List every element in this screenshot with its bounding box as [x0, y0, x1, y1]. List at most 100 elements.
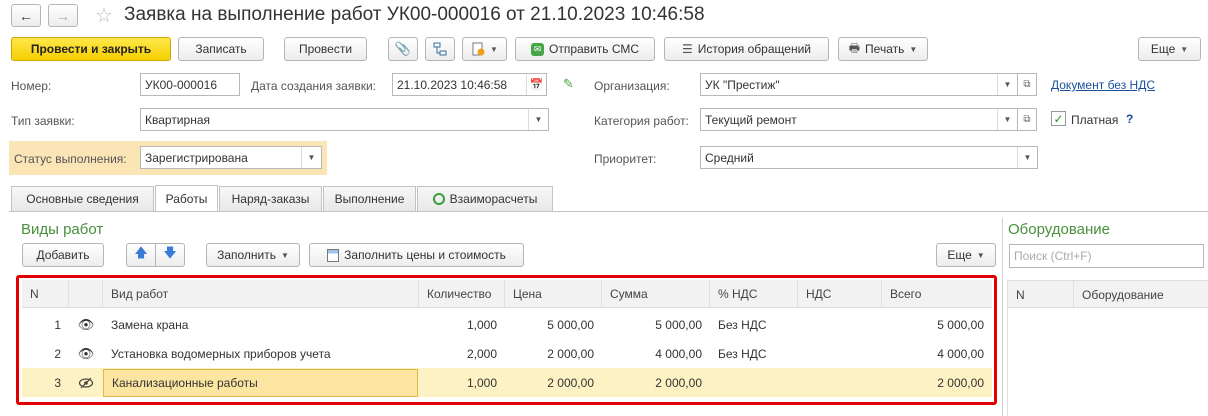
work-name-editing[interactable]: Канализационные работы	[103, 369, 418, 397]
open-icon: ⧉	[1023, 79, 1031, 90]
chevron-down-icon[interactable]: ▼	[1017, 147, 1037, 168]
vat	[798, 339, 882, 368]
more-button[interactable]: Еще ▼	[1138, 37, 1201, 61]
history-button[interactable]: ☰ История обращений	[664, 37, 829, 61]
no-vat-link[interactable]: Документ без НДС	[1051, 78, 1155, 92]
price: 5 000,00	[547, 317, 594, 332]
col-n[interactable]: N	[22, 280, 69, 308]
open-category-button[interactable]: ⧉	[1017, 108, 1037, 131]
created-date-field[interactable]: 21.10.2023 10:46:58 📅	[392, 73, 547, 96]
chevron-down-icon[interactable]: ▼	[997, 109, 1017, 130]
fill-label: Заполнить	[217, 248, 276, 262]
eye-icon: 👁	[77, 316, 95, 332]
edit-note-icon[interactable]: ✎	[563, 76, 574, 92]
printer-icon: 🖶	[848, 40, 861, 55]
works-title: Виды работ	[21, 221, 104, 238]
move-up-button[interactable]: 🡅	[126, 243, 156, 267]
tab-works[interactable]: Работы	[155, 185, 218, 211]
priority-field[interactable]: Средний ▼	[700, 146, 1038, 169]
equipment-title: Оборудование	[1008, 221, 1111, 238]
chevron-down-icon[interactable]: ▼	[301, 147, 321, 168]
tab-settlements[interactable]: Взаиморасчеты	[417, 186, 553, 211]
col-vat[interactable]: НДС	[798, 280, 882, 308]
back-button[interactable]: ←	[11, 4, 41, 27]
create-based-on-button[interactable]: ▼	[462, 37, 507, 61]
col-total[interactable]: Всего	[882, 280, 992, 308]
forward-button[interactable]: →	[48, 4, 78, 27]
col-sum[interactable]: Сумма	[602, 280, 710, 308]
more-label: Еще	[1150, 42, 1176, 56]
total: 2 000,00	[937, 375, 984, 390]
work-name: Установка водомерных приборов учета	[111, 346, 331, 361]
sum: 2 000,00	[655, 375, 702, 390]
price: 2 000,00	[547, 375, 594, 390]
table-row[interactable]: 1 👁 Замена крана 1,000 5 000,00 5 000,00…	[22, 310, 992, 339]
chevron-down-icon: ▼	[490, 44, 498, 54]
col-vat-rate[interactable]: % НДС	[710, 280, 798, 308]
tab-execution[interactable]: Выполнение	[323, 186, 416, 211]
paid-checkbox[interactable]: ✓	[1051, 111, 1066, 126]
save-button[interactable]: Записать	[178, 37, 264, 61]
calculator-icon	[327, 248, 340, 262]
work-name: Замена крана	[111, 317, 189, 332]
open-org-button[interactable]: ⧉	[1017, 73, 1037, 96]
org-field[interactable]: УК "Престиж" ▼	[700, 73, 1018, 96]
priority-value: Средний	[705, 150, 754, 165]
status-value: Зарегистрирована	[145, 150, 248, 165]
fill-prices-button[interactable]: Заполнить цены и стоимость	[309, 243, 524, 267]
col-eq-n[interactable]: N	[1008, 281, 1074, 309]
chevron-down-icon[interactable]: ▼	[997, 74, 1017, 95]
row-number: 3	[54, 375, 61, 390]
price: 2 000,00	[547, 346, 594, 361]
type-value: Квартирная	[145, 112, 210, 127]
row-number: 1	[54, 317, 61, 332]
help-icon[interactable]: ?	[1126, 112, 1133, 126]
send-sms-button[interactable]: ✉ Отправить СМС	[515, 37, 655, 61]
col-work-type[interactable]: Вид работ	[103, 280, 419, 308]
document-create-icon	[472, 42, 485, 56]
structure-button[interactable]	[425, 37, 455, 61]
fill-prices-label: Заполнить цены и стоимость	[344, 248, 506, 262]
favorite-star-icon[interactable]: ☆	[95, 3, 113, 28]
type-field[interactable]: Квартирная ▼	[140, 108, 549, 131]
sum: 4 000,00	[655, 346, 702, 361]
attach-button[interactable]: 📎	[388, 37, 418, 61]
send-sms-label: Отправить СМС	[548, 42, 640, 56]
status-field[interactable]: Зарегистрирована ▼	[140, 146, 322, 169]
equipment-search-input[interactable]: Поиск (Ctrl+F)	[1009, 244, 1204, 268]
col-price[interactable]: Цена	[505, 280, 602, 308]
table-row[interactable]: 2 👁 Установка водомерных приборов учета …	[22, 339, 992, 368]
sms-icon: ✉	[530, 42, 544, 56]
calendar-icon[interactable]: 📅	[526, 74, 546, 95]
col-eq-name[interactable]: Оборудование	[1074, 281, 1208, 309]
print-button[interactable]: 🖶 Печать ▼	[838, 37, 928, 61]
org-value: УК "Престиж"	[705, 77, 780, 92]
chevron-down-icon[interactable]: ▼	[528, 109, 548, 130]
post-button[interactable]: Провести	[284, 37, 367, 61]
category-label: Категория работ:	[594, 114, 689, 128]
quantity: 2,000	[466, 346, 497, 361]
eye-crossed-icon	[69, 368, 103, 397]
number-field[interactable]: УК00-000016	[140, 73, 240, 96]
tab-work-orders[interactable]: Наряд-заказы	[219, 186, 322, 211]
list-icon: ☰	[682, 42, 693, 56]
works-more-button[interactable]: Еще ▼	[936, 243, 996, 267]
category-field[interactable]: Текущий ремонт ▼	[700, 108, 1018, 131]
col-quantity[interactable]: Количество	[419, 280, 505, 308]
equipment-search-placeholder: Поиск (Ctrl+F)	[1014, 249, 1092, 263]
table-row-selected[interactable]: 3 Канализационные работы 1,000 2 000,00 …	[22, 368, 992, 397]
quantity: 1,000	[466, 375, 497, 390]
fill-button[interactable]: Заполнить ▼	[206, 243, 300, 267]
tab-main-info[interactable]: Основные сведения	[11, 186, 154, 211]
paperclip-icon: 📎	[394, 41, 412, 56]
move-down-button[interactable]: 🡇	[155, 243, 185, 267]
chevron-down-icon: ▼	[976, 250, 985, 260]
total: 5 000,00	[937, 317, 984, 332]
vat-rate: Без НДС	[718, 346, 767, 361]
panel-divider[interactable]	[1002, 218, 1003, 416]
hierarchy-icon	[433, 42, 447, 56]
post-and-close-button[interactable]: Провести и закрыть	[11, 37, 171, 61]
row-number: 2	[54, 346, 61, 361]
add-button[interactable]: Добавить	[22, 243, 104, 267]
open-icon: ⧉	[1023, 114, 1031, 125]
